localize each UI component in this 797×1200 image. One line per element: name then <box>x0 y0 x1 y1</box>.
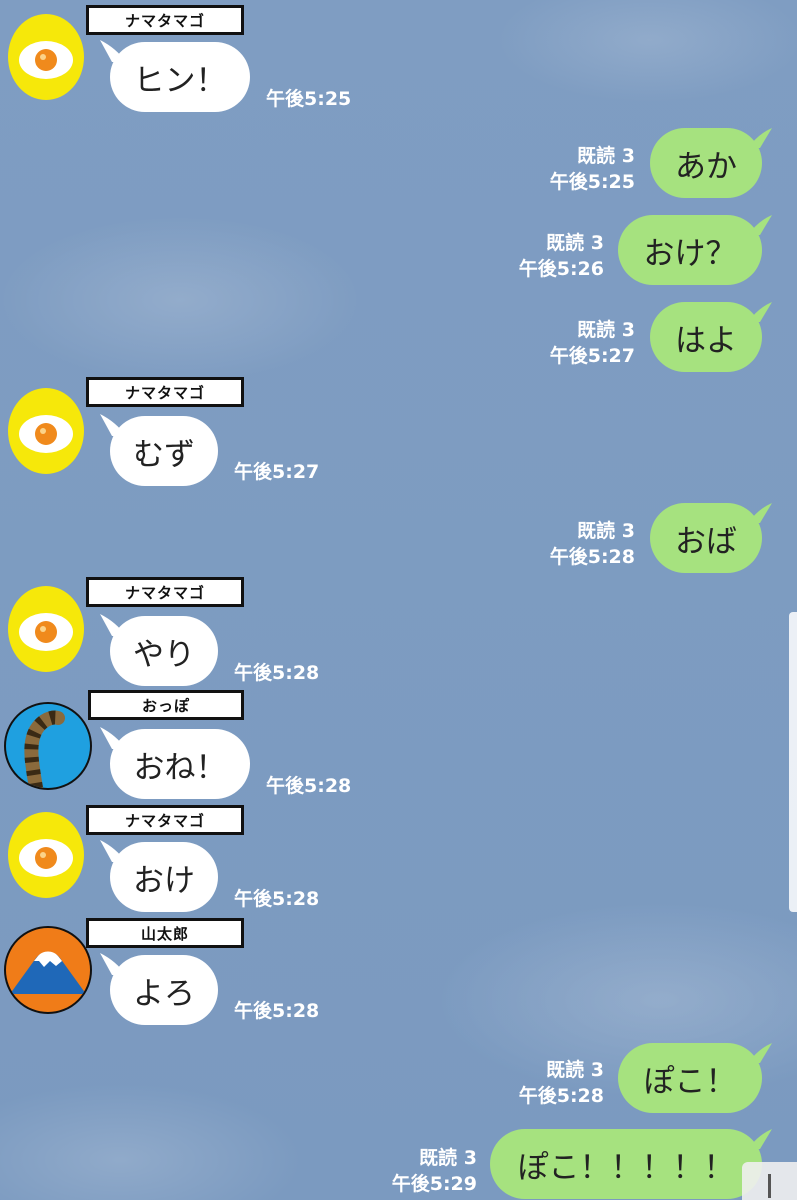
bubble-tail <box>100 840 126 862</box>
bubble-tail <box>748 1129 772 1149</box>
message-text: おけ？ <box>643 235 737 272</box>
message-meta: 既読 3 午後5:29 <box>360 1145 477 1197</box>
message-bubble[interactable]: おけ？ <box>618 215 762 285</box>
bubble-tail <box>748 215 772 235</box>
message-text: よろ <box>133 975 195 1012</box>
message-text: やり <box>133 636 195 673</box>
message-text: ヒン！ <box>133 62 227 99</box>
message-time: 午後5:28 <box>234 1000 320 1022</box>
message-text: おけ <box>133 862 195 899</box>
message-time: 午後5:28 <box>266 775 352 797</box>
bubble-tail <box>748 1043 772 1063</box>
message-bubble[interactable]: ぽこ！！！！！ <box>490 1129 762 1199</box>
message-text: ぽこ！ <box>643 1063 737 1100</box>
read-receipt: 既読 3 <box>577 319 635 341</box>
message-text: はよ <box>675 322 737 359</box>
sender-name: 山太郎 <box>86 918 244 948</box>
message-time: 午後5:25 <box>266 88 352 110</box>
message-time: 午後5:27 <box>234 461 320 483</box>
scroll-to-bottom-button[interactable] <box>742 1162 797 1200</box>
read-receipt: 既読 3 <box>577 520 635 542</box>
sender-name: ナマタマゴ <box>86 577 244 607</box>
bubble-tail <box>100 614 126 636</box>
message-time: 午後5:29 <box>391 1173 477 1195</box>
sender-name: ナマタマゴ <box>86 805 244 835</box>
bubble-tail <box>748 128 772 148</box>
bubble-tail <box>100 414 126 436</box>
avatar-tail-icon[interactable] <box>4 702 92 790</box>
read-receipt: 既読 3 <box>546 1059 604 1081</box>
message-time: 午後5:25 <box>549 171 635 193</box>
avatar-fried-egg-icon[interactable] <box>8 14 84 100</box>
message-time: 午後5:28 <box>518 1085 604 1107</box>
message-text: おば <box>675 523 737 560</box>
message-time: 午後5:26 <box>518 258 604 280</box>
scrollbar[interactable] <box>789 612 797 912</box>
message-time: 午後5:27 <box>549 345 635 367</box>
read-receipt: 既読 3 <box>577 145 635 167</box>
message-meta: 既読 3 午後5:27 <box>520 317 635 369</box>
sender-name: ナマタマゴ <box>86 377 244 407</box>
sender-name: おっぽ <box>88 690 244 720</box>
message-time: 午後5:28 <box>234 888 320 910</box>
message-meta: 既読 3 午後5:28 <box>488 1057 604 1109</box>
message-bubble[interactable]: ぽこ！ <box>618 1043 762 1113</box>
message-meta: 既読 3 午後5:25 <box>520 143 635 195</box>
bubble-tail <box>100 727 126 749</box>
avatar-fried-egg-icon[interactable] <box>8 812 84 898</box>
read-receipt: 既読 3 <box>419 1147 477 1169</box>
sender-name: ナマタマゴ <box>86 5 244 35</box>
bubble-tail <box>100 40 126 62</box>
message-time: 午後5:28 <box>234 662 320 684</box>
read-receipt: 既読 3 <box>546 232 604 254</box>
bubble-tail <box>748 302 772 322</box>
message-text: むず <box>133 436 195 473</box>
avatar-fried-egg-icon[interactable] <box>8 388 84 474</box>
message-text: あか <box>675 148 737 185</box>
message-meta: 既読 3 午後5:26 <box>488 230 604 282</box>
avatar-fried-egg-icon[interactable] <box>8 586 84 672</box>
message-text: ぽこ！！！！！ <box>517 1149 735 1186</box>
message-time: 午後5:28 <box>549 546 635 568</box>
avatar-mount-fuji-icon[interactable] <box>4 926 92 1014</box>
message-bubble[interactable]: ヒン！ <box>110 42 250 112</box>
scroll-indicator-icon <box>768 1174 771 1198</box>
bubble-tail <box>100 953 126 975</box>
bubble-tail <box>748 503 772 523</box>
message-meta: 既読 3 午後5:28 <box>520 518 635 570</box>
message-bubble[interactable]: おね！ <box>110 729 250 799</box>
message-text: おね！ <box>133 749 227 786</box>
